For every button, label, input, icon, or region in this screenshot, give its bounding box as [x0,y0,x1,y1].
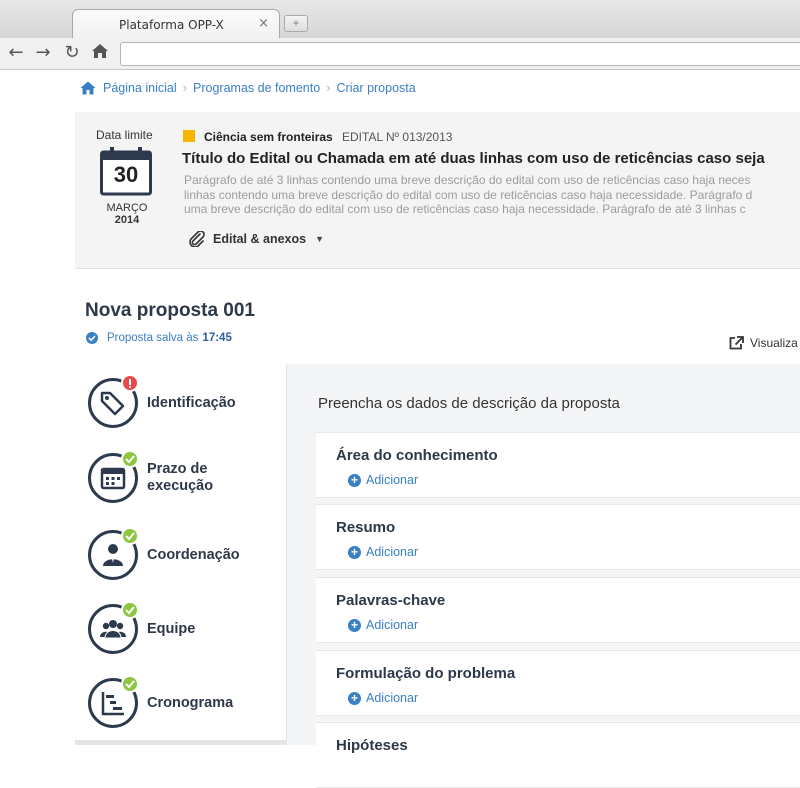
chevron-right-icon: › [182,80,188,95]
person-icon [103,544,123,566]
edital-header: Data limite 30 MARÇO 2014 Ciência sem fr… [75,112,800,269]
step-prazo[interactable]: Prazo de execução [75,450,286,523]
steps-sidebar: Identificação Prazo de execução Coordena… [75,364,286,745]
edital-title[interactable]: Título do Edital ou Chamada em até duas … [182,150,765,167]
form-panel: Preencha os dados de descrição da propos… [286,364,800,788]
save-status-text: Proposta salva às [107,332,199,344]
team-icon [100,620,126,639]
gantt-icon [101,692,124,716]
field-resumo: Resumo + Adicionar [316,504,800,570]
check-badge-icon [121,601,139,619]
tab-title: Plataforma OPP-X [119,18,224,32]
field-title: Palavras-chave [336,592,446,609]
plus-circle-icon: + [348,618,361,632]
page-content: Página inicial › Programas de fomento › … [0,71,800,788]
chevron-right-icon: › [326,80,331,95]
edital-description-line: uma breve descrição do edital com uso de… [184,202,746,216]
reload-icon[interactable]: ↻ [61,42,83,64]
back-icon[interactable]: ← [5,42,27,64]
edital-number: EDITAL Nº 013/2013 [342,130,453,144]
breadcrumb-item-home[interactable]: Página inicial [103,81,177,95]
check-badge-icon [121,675,139,693]
form-intro: Preencha os dados de descrição da propos… [318,395,620,412]
step-label: Equipe [147,621,196,637]
field-title: Hipóteses [336,737,408,754]
field-title: Formulação do problema [336,665,516,682]
field-palavras-chave: Palavras-chave + Adicionar [316,577,800,643]
add-label: Adicionar [366,691,419,705]
add-button[interactable]: + Adicionar [348,473,418,487]
program-name: Ciência sem fronteiras [204,130,333,144]
browser-tab[interactable]: Plataforma OPP-X × [72,9,280,39]
program-color-marker [183,130,195,142]
add-label: Adicionar [366,618,419,632]
warning-badge-icon [121,374,139,392]
deadline-year: 2014 [114,214,140,226]
step-label: Prazo de execução [147,461,214,494]
check-circle-icon [86,332,98,344]
step-label: Cronograma [147,695,234,711]
step-label: Identificação [147,395,236,411]
visualize-label: Visualiza [750,336,798,350]
chevron-down-icon: ▼ [315,234,325,244]
plus-circle-icon: + [348,473,361,487]
save-status-time: 17:45 [202,332,232,344]
plus-circle-icon: + [348,691,361,705]
attachments-dropdown[interactable]: Edital & anexos ▼ [188,231,324,247]
add-button[interactable]: + Adicionar [348,691,418,705]
field-area-conhecimento: Área do conhecimento + Adicionar [316,432,800,498]
attachments-label: Edital & anexos [213,232,307,246]
sidebar-divider [75,740,286,745]
add-button[interactable]: + Adicionar [348,545,418,559]
step-cronograma[interactable]: Cronograma [75,675,286,748]
breadcrumb: Página inicial › Programas de fomento › … [80,80,416,95]
field-hipoteses: Hipóteses [316,722,800,788]
edital-description-line: linhas contendo uma breve descrição do e… [184,187,753,202]
step-label: Coordenação [147,547,240,563]
visualize-button[interactable]: Visualiza [729,336,798,350]
save-status: Proposta salva às 17:45 [86,332,232,344]
tag-icon [100,391,125,416]
step-coordenacao[interactable]: Coordenação [75,527,286,600]
deadline-month: MARÇO [106,202,148,214]
home-icon[interactable] [80,81,96,95]
new-tab-button[interactable]: + [284,15,308,32]
paperclip-icon [189,231,205,247]
field-title: Resumo [336,519,396,536]
add-label: Adicionar [366,473,419,487]
deadline-day: 30 [113,162,139,187]
forward-icon[interactable]: → [32,42,54,64]
close-tab-icon[interactable]: × [258,16,269,31]
calendar-icon [100,467,126,490]
breadcrumb-item-create[interactable]: Criar proposta [337,81,416,95]
page-title: Nova proposta 001 [85,300,255,321]
address-bar[interactable] [120,42,800,66]
edital-description: Parágrafo de até 3 linhas contendo uma b… [184,173,800,217]
step-identificacao[interactable]: Identificação [75,374,286,448]
add-label: Adicionar [366,545,419,559]
browser-tab-strip: Plataforma OPP-X × + [0,0,800,39]
plus-circle-icon: + [348,545,361,559]
check-badge-icon [121,527,139,545]
field-formulacao-problema: Formulação do problema + Adicionar [316,650,800,716]
external-link-icon [729,336,744,350]
field-title: Área do conhecimento [336,447,498,464]
check-badge-icon [121,450,139,468]
browser-toolbar: ← → ↻ [0,38,800,70]
step-equipe[interactable]: Equipe [75,601,286,674]
add-button[interactable]: + Adicionar [348,618,418,632]
home-icon[interactable] [89,43,111,65]
breadcrumb-item-programs[interactable]: Programas de fomento [193,81,320,95]
deadline-label: Data limite [96,128,153,142]
edital-description-line: Parágrafo de até 3 linhas contendo uma b… [184,173,751,187]
